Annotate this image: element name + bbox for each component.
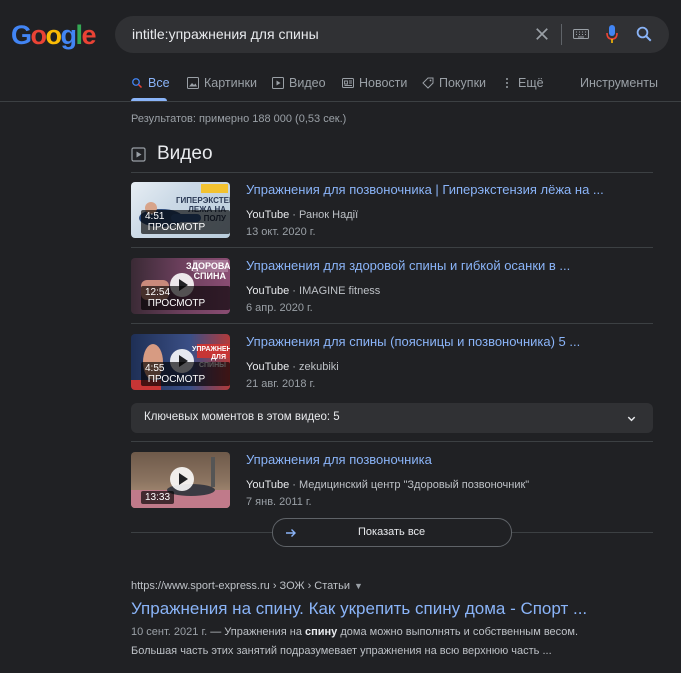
video-source: YouTube · IMAGINE fitness [246, 285, 380, 297]
tab-news[interactable]: Новости [342, 76, 407, 90]
search-box[interactable]: intitle:упражнения для спины [115, 16, 669, 53]
preview-label: ПРОСМОТР [147, 222, 206, 233]
channel-name: · IMAGINE fitness [289, 285, 381, 297]
search-input[interactable]: intitle:упражнения для спины [132, 26, 319, 42]
video-date: 6 апр. 2020 г. [246, 302, 313, 314]
tab-label: Новости [359, 76, 408, 90]
video-title-link[interactable]: Упражнения для позвоночника [246, 452, 432, 467]
active-tab-indicator [131, 98, 167, 101]
channel-name: · Медицинский центр "Здоровый позвоночни… [289, 479, 530, 491]
video-duration: 4:55 ПРОСМОТР [141, 362, 230, 386]
source-name: YouTube [246, 285, 290, 297]
video-thumbnail[interactable]: УПРАЖНЕНИЯ ДЛЯ СПИНЫ 4:55 ПРОСМОТР [131, 334, 230, 390]
tag-icon [422, 77, 434, 89]
image-icon [187, 77, 199, 89]
google-logo[interactable]: Google [11, 20, 97, 50]
source-name: YouTube [246, 361, 290, 373]
tab-label: Картинки [204, 76, 257, 90]
video-title-link[interactable]: Упражнения для спины (поясницы и позвоно… [246, 334, 580, 349]
video-date: 7 янв. 2011 г. [246, 496, 312, 508]
logo-letter: e [81, 20, 97, 50]
video-thumbnail[interactable]: ГИПЕРЭКСТЕНЗИЯ ЛЕЖА НА ПОЛУ 4:51 ПРОСМОТ… [131, 182, 230, 238]
tab-videos[interactable]: Видео [272, 76, 326, 90]
tab-all[interactable]: Все [131, 76, 170, 90]
duration-text: 4:55 [145, 363, 165, 374]
result-title-link[interactable]: Упражнения на спину. Как укрепить спину … [131, 599, 587, 619]
snippet-highlight: спину [305, 626, 338, 638]
url-text: https://www.sport-express.ru › ЗОЖ › Ста… [131, 580, 350, 592]
video-date: 13 окт. 2020 г. [246, 226, 316, 238]
tab-label: Ещё [518, 76, 544, 90]
divider [561, 24, 562, 45]
video-result[interactable]: УПРАЖНЕНИЯ ДЛЯ СПИНЫ 4:55 ПРОСМОТР Упраж… [131, 334, 653, 394]
video-source: YouTube · Ранок Надії [246, 209, 358, 221]
video-title-link[interactable]: Упражнения для позвоночника | Гиперэксте… [246, 182, 604, 197]
video-duration: 4:51 ПРОСМОТР [141, 210, 230, 234]
logo-letter: o [30, 20, 48, 50]
duration-text: 12:54 [145, 287, 171, 298]
video-duration: 13:33 [141, 491, 175, 504]
divider [131, 172, 653, 173]
video-duration: 12:54 ПРОСМОТР [141, 286, 230, 310]
video-icon [272, 77, 284, 89]
duration-text: 4:51 [145, 211, 165, 222]
key-moments-expander[interactable]: Ключевых моментов в этом видео: 5 [131, 403, 653, 433]
search-icon [132, 78, 143, 89]
result-snippet: 10 сент. 2021 г. — Упражнения на спину д… [131, 623, 651, 661]
video-date: 21 авг. 2018 г. [246, 378, 316, 390]
logo-letter: o [45, 20, 63, 50]
snippet-text: — Упражнения на [207, 626, 306, 638]
preview-label: ПРОСМОТР [147, 374, 206, 385]
video-title-link[interactable]: Упражнения для здоровой спины и гибкой о… [246, 258, 570, 273]
tab-more[interactable]: Ещё [501, 76, 544, 90]
caret-down-icon[interactable]: ▼ [354, 581, 363, 591]
key-moments-label: Ключевых моментов в этом видео: 5 [144, 411, 340, 423]
channel-name: · Ранок Надії [289, 209, 359, 221]
video-result[interactable]: 13:33 Упражнения для позвоночника YouTub… [131, 452, 653, 512]
video-section-header: Видео [131, 143, 213, 165]
show-all-label: Показать все [358, 526, 426, 538]
tab-label: Все [148, 76, 170, 90]
divider [131, 323, 653, 324]
arrow-right-icon [286, 529, 296, 537]
microphone-icon[interactable] [605, 24, 619, 44]
snippet-text: Большая часть этих занятий подразумевает… [131, 645, 552, 657]
preview-label: ПРОСМОТР [147, 298, 206, 309]
video-thumbnail[interactable]: 13:33 [131, 452, 230, 508]
show-all-button[interactable]: Показать все [272, 518, 512, 547]
video-thumbnail[interactable]: ЗДОРОВАЯ СПИНА 12:54 ПРОСМОТР [131, 258, 230, 314]
tab-label: Видео [289, 76, 326, 90]
result-url[interactable]: https://www.sport-express.ru › ЗОЖ › Ста… [131, 580, 363, 592]
tab-label: Покупки [439, 76, 487, 90]
video-source: YouTube · Медицинский центр "Здоровый по… [246, 479, 529, 491]
divider [131, 441, 653, 442]
video-result[interactable]: ЗДОРОВАЯ СПИНА 12:54 ПРОСМОТР Упражнения… [131, 258, 653, 318]
logo-letter: G [11, 20, 32, 50]
results-count: Результатов: примерно 188 000 (0,53 сек.… [131, 113, 347, 125]
snippet-text: дома можно выполнять и собственным весом… [337, 626, 579, 638]
tab-shopping[interactable]: Покупки [422, 76, 486, 90]
keyboard-icon[interactable] [573, 27, 589, 41]
source-name: YouTube [246, 479, 290, 491]
tools-button[interactable]: Инструменты [580, 76, 658, 90]
divider [131, 247, 653, 248]
search-tabs: Все Картинки Видео Новости Покупки Ещё И… [0, 72, 681, 102]
video-result[interactable]: ГИПЕРЭКСТЕНЗИЯ ЛЕЖА НА ПОЛУ 4:51 ПРОСМОТ… [131, 182, 653, 242]
logo-letter: g [60, 20, 78, 50]
search-icon[interactable] [635, 25, 653, 43]
chevron-down-icon [627, 416, 636, 422]
tab-images[interactable]: Картинки [187, 76, 257, 90]
play-icon[interactable] [170, 467, 194, 491]
snippet-date: 10 сент. 2021 г. [131, 626, 208, 638]
channel-name: · zekubiki [289, 361, 339, 373]
more-vert-icon [506, 78, 508, 88]
news-icon [342, 78, 354, 88]
close-icon[interactable] [533, 25, 551, 43]
video-source: YouTube · zekubiki [246, 361, 339, 373]
video-section-title: Видео [157, 143, 213, 164]
source-name: YouTube [246, 209, 290, 221]
video-icon [131, 146, 146, 162]
